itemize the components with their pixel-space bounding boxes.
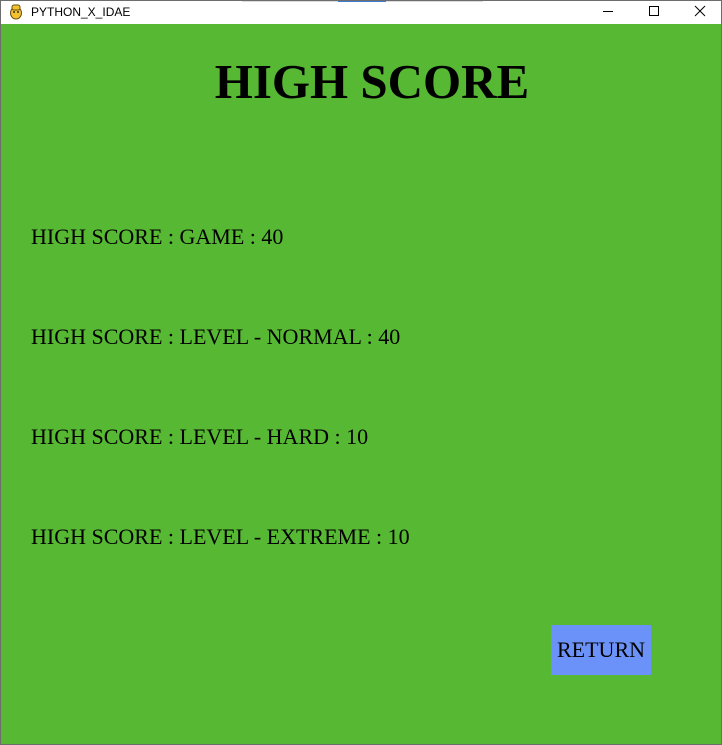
high-score-extreme: HIGH SCORE : LEVEL - EXTREME : 10 <box>31 524 410 549</box>
game-window: PYTHON_X_IDAE HIGH SCORE HIGH SCORE : GA… <box>0 0 722 745</box>
title-bar[interactable]: PYTHON_X_IDAE <box>1 1 721 24</box>
minimize-icon <box>602 4 614 22</box>
high-score-hard: HIGH SCORE : LEVEL - HARD : 10 <box>31 424 369 449</box>
high-score-game: HIGH SCORE : GAME : 40 <box>31 224 284 249</box>
title-accent <box>338 1 386 2</box>
python-icon <box>9 4 23 20</box>
game-canvas: HIGH SCORE HIGH SCORE : GAME : 40 HIGH S… <box>1 24 721 744</box>
high-score-normal: HIGH SCORE : LEVEL - NORMAL : 40 <box>31 324 401 349</box>
return-button[interactable]: RETURN <box>551 625 651 675</box>
close-button[interactable] <box>677 1 722 24</box>
page-title: HIGH SCORE <box>214 54 530 109</box>
maximize-button[interactable] <box>631 1 677 24</box>
window-title: PYTHON_X_IDAE <box>31 5 131 19</box>
close-icon <box>694 4 706 22</box>
maximize-icon <box>648 4 660 22</box>
minimize-button[interactable] <box>585 1 631 24</box>
